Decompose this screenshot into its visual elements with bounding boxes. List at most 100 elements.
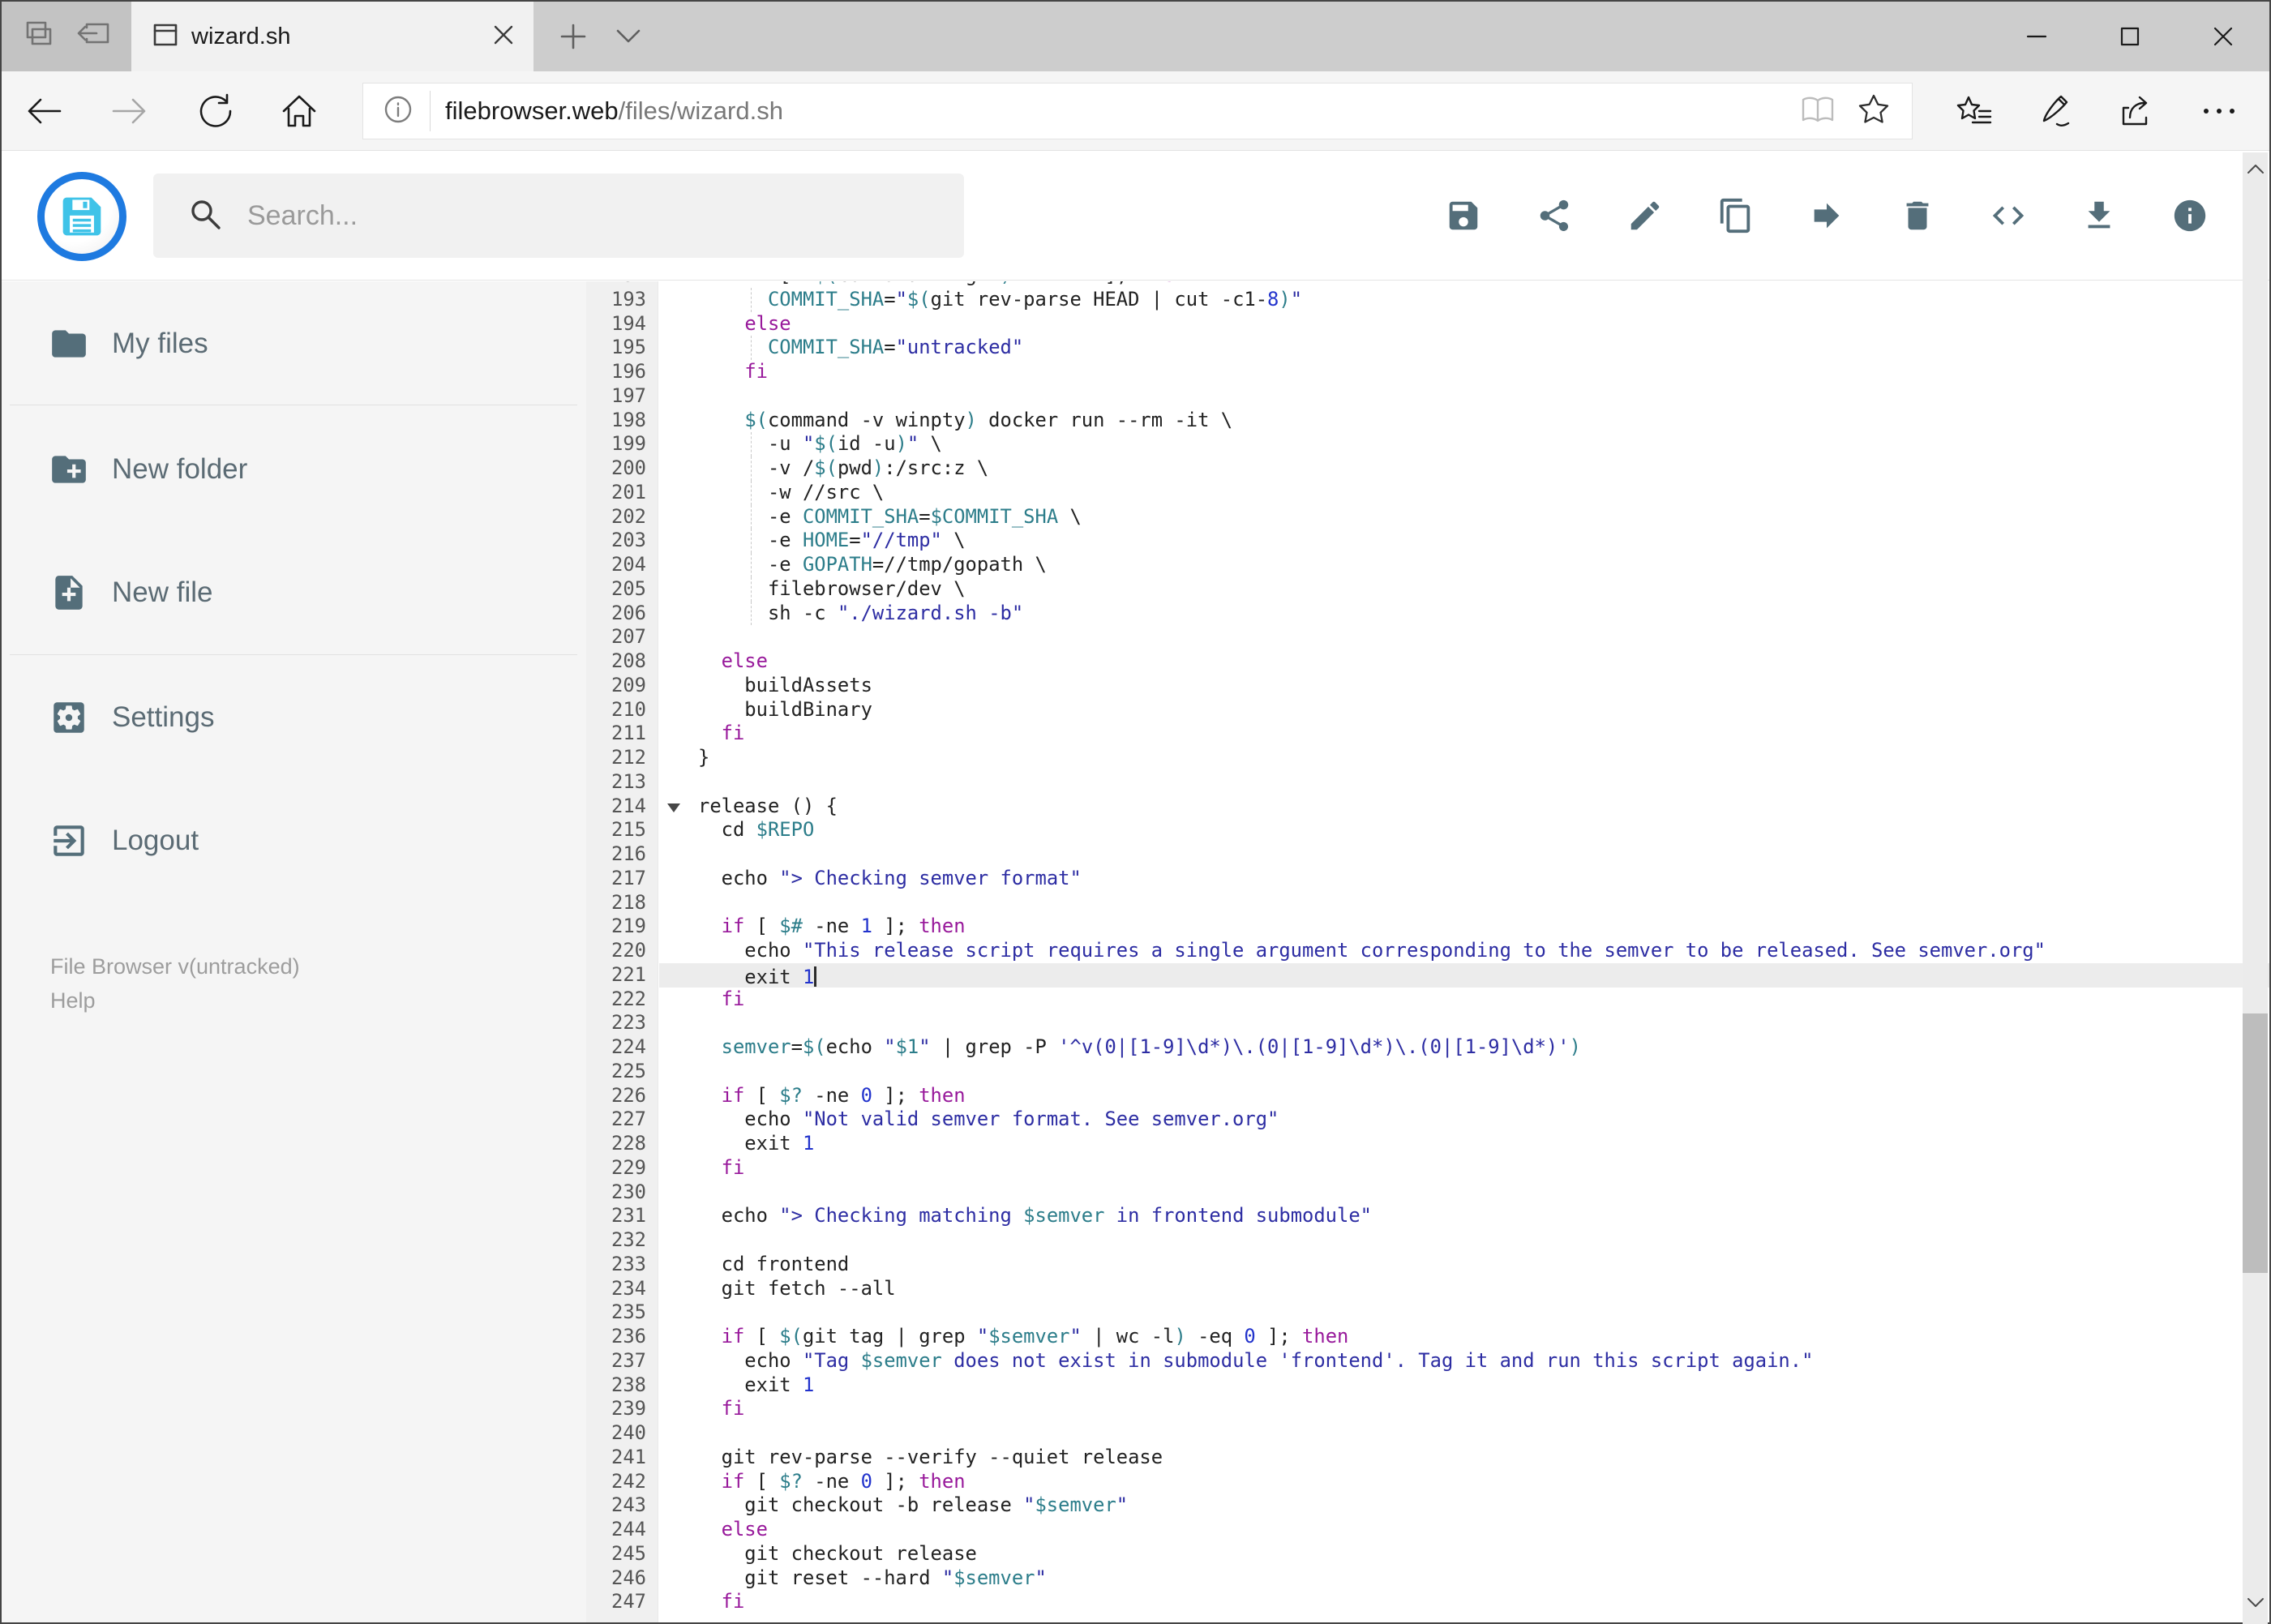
- tab-previews-icon[interactable]: [22, 18, 56, 56]
- code-line[interactable]: echo "> Checking matching $semver in fro…: [659, 1204, 2269, 1228]
- code-line[interactable]: -e HOME="//tmp" \: [659, 529, 2269, 553]
- code-line[interactable]: git checkout release: [659, 1542, 2269, 1566]
- code-line[interactable]: if [ $? -ne 0 ]; then: [659, 1084, 2269, 1108]
- code-line[interactable]: -v /$(pwd):/src:z \: [659, 456, 2269, 481]
- code-line[interactable]: [659, 625, 2269, 649]
- code-line[interactable]: cd frontend: [659, 1253, 2269, 1277]
- browser-tab[interactable]: wizard.sh: [131, 2, 533, 71]
- page-scrollbar[interactable]: [2243, 152, 2268, 1624]
- code-line[interactable]: semver=$(echo "$1" | grep -P '^v(0|[1-9]…: [659, 1035, 2269, 1060]
- code-line[interactable]: exit 1: [659, 962, 2269, 988]
- code-line[interactable]: git fetch --all: [659, 1277, 2269, 1301]
- code-line[interactable]: [659, 1011, 2269, 1035]
- code-line[interactable]: echo "Not valid semver format. See semve…: [659, 1108, 2269, 1132]
- code-line[interactable]: -e COMMIT_SHA=$COMMIT_SHA \: [659, 504, 2269, 529]
- save-button[interactable]: [1444, 196, 1483, 235]
- sidebar-item-my-files[interactable]: My files: [2, 314, 586, 374]
- code-line[interactable]: }: [659, 746, 2269, 770]
- annotate-pen-icon[interactable]: [2027, 83, 2084, 139]
- code-line[interactable]: [659, 770, 2269, 795]
- code-line[interactable]: sh -c "./wizard.sh -b": [659, 601, 2269, 626]
- site-info-icon[interactable]: [383, 94, 413, 129]
- sidebar-item-logout[interactable]: Logout: [2, 811, 586, 871]
- sidebar-item-settings[interactable]: Settings: [2, 688, 586, 748]
- code-line[interactable]: fi: [659, 722, 2269, 746]
- code-line[interactable]: [659, 1300, 2269, 1325]
- code-line[interactable]: -u "$(id -u)" \: [659, 432, 2269, 456]
- code-line[interactable]: exit 1: [659, 1373, 2269, 1398]
- code-line[interactable]: [659, 1060, 2269, 1084]
- code-line[interactable]: echo "Tag $semver does not exist in subm…: [659, 1349, 2269, 1373]
- help-link[interactable]: Help: [50, 988, 96, 1013]
- info-button[interactable]: [2170, 196, 2209, 235]
- code-line[interactable]: buildAssets: [659, 674, 2269, 698]
- more-options-icon[interactable]: [2191, 83, 2247, 139]
- code-line[interactable]: -e GOPATH=//tmp/gopath \: [659, 553, 2269, 577]
- code-line[interactable]: fi: [659, 988, 2269, 1012]
- code-line[interactable]: release () {: [659, 795, 2269, 819]
- code-line[interactable]: echo "This release script requires a sin…: [659, 939, 2269, 963]
- scrollbar-thumb[interactable]: [2243, 1013, 2268, 1273]
- share-icon[interactable]: [2108, 83, 2165, 139]
- new-tab-icon[interactable]: [553, 18, 593, 55]
- code-line[interactable]: COMMIT_SHA="untracked": [659, 336, 2269, 360]
- code-line[interactable]: if [ $# -ne 1 ]; then: [659, 915, 2269, 939]
- scroll-up-arrow-icon[interactable]: [2243, 152, 2268, 185]
- close-window-button[interactable]: [2176, 2, 2269, 71]
- code-line[interactable]: -w //src \: [659, 480, 2269, 505]
- code-line[interactable]: git rev-parse --verify --quiet release: [659, 1446, 2269, 1470]
- sidebar-item-new-folder[interactable]: New folder: [2, 439, 586, 499]
- code-line[interactable]: [659, 891, 2269, 915]
- download-button[interactable]: [2080, 196, 2119, 235]
- minimize-button[interactable]: [1990, 2, 2083, 71]
- code-line[interactable]: $(command -v winpty) docker run --rm -it…: [659, 409, 2269, 433]
- reading-view-icon[interactable]: [1800, 94, 1836, 129]
- editor-code[interactable]: if [ "$(command -v git)" != "" ]; then C…: [659, 281, 2269, 1622]
- search-input[interactable]: Search...: [153, 174, 964, 258]
- switch-view-code-button[interactable]: [1989, 196, 2028, 235]
- code-line[interactable]: echo "> Checking semver format": [659, 867, 2269, 891]
- copy-button[interactable]: [1716, 196, 1755, 235]
- hub-favorites-icon[interactable]: [1946, 83, 2003, 139]
- sidebar-item-new-file[interactable]: New file: [2, 563, 586, 623]
- add-favorite-star-icon[interactable]: [1857, 93, 1891, 130]
- code-line[interactable]: else: [659, 312, 2269, 336]
- rename-button[interactable]: [1626, 196, 1665, 235]
- code-line[interactable]: cd $REPO: [659, 818, 2269, 842]
- code-line[interactable]: else: [659, 1518, 2269, 1542]
- fold-marker-icon[interactable]: [667, 803, 680, 812]
- code-line[interactable]: filebrowser/dev \: [659, 576, 2269, 602]
- share-file-button[interactable]: [1535, 196, 1574, 235]
- url-field[interactable]: filebrowser.web/files/wizard.sh: [362, 83, 1913, 139]
- code-line[interactable]: git reset --hard "$semver": [659, 1566, 2269, 1591]
- code-line[interactable]: fi: [659, 1590, 2269, 1614]
- filebrowser-logo[interactable]: [37, 172, 126, 261]
- code-line[interactable]: fi: [659, 1397, 2269, 1421]
- code-line[interactable]: buildBinary: [659, 698, 2269, 722]
- code-line[interactable]: if [ $(git tag | grep "$semver" | wc -l)…: [659, 1325, 2269, 1349]
- set-tabs-aside-icon[interactable]: [75, 18, 111, 56]
- code-line[interactable]: exit 1: [659, 1132, 2269, 1156]
- code-line[interactable]: if [ "$(command -v git)" != "" ]; then: [659, 281, 2269, 288]
- delete-button[interactable]: [1898, 196, 1937, 235]
- tab-close-icon[interactable]: [493, 24, 514, 49]
- code-line[interactable]: fi: [659, 1156, 2269, 1181]
- code-line[interactable]: [659, 1228, 2269, 1253]
- code-line[interactable]: else: [659, 649, 2269, 674]
- code-line[interactable]: COMMIT_SHA="$(git rev-parse HEAD | cut -…: [659, 287, 2269, 312]
- code-line[interactable]: fi: [659, 360, 2269, 384]
- back-icon[interactable]: [16, 83, 73, 139]
- code-line[interactable]: [659, 842, 2269, 867]
- tab-list-chevron-icon[interactable]: [608, 18, 649, 55]
- move-button[interactable]: [1807, 196, 1846, 235]
- home-icon[interactable]: [271, 83, 328, 139]
- code-line[interactable]: if [ $? -ne 0 ]; then: [659, 1470, 2269, 1494]
- forward-icon[interactable]: [101, 83, 157, 139]
- code-line[interactable]: git checkout -b release "$semver": [659, 1493, 2269, 1518]
- refresh-icon[interactable]: [186, 83, 243, 139]
- scroll-down-arrow-icon[interactable]: [2243, 1587, 2268, 1619]
- code-line[interactable]: [659, 1181, 2269, 1205]
- url-text[interactable]: filebrowser.web/files/wizard.sh: [445, 96, 1800, 126]
- code-line[interactable]: [659, 1421, 2269, 1446]
- code-editor[interactable]: 1921931941951961971981992002012022032042…: [586, 281, 2269, 1622]
